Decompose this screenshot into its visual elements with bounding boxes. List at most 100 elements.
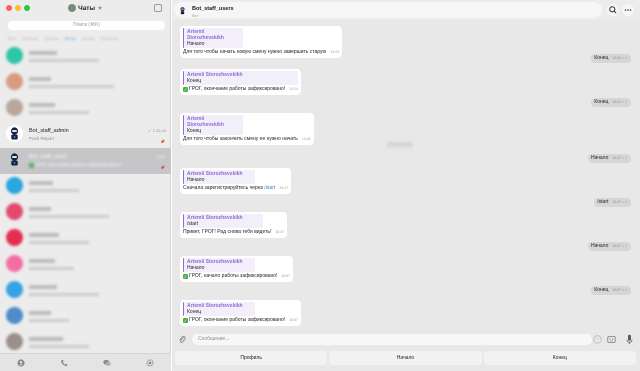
folder-tab[interactable]: Проекты [100, 36, 118, 41]
outgoing-message[interactable]: Конец 16:57 ✓✓ [591, 286, 631, 295]
message-time: 16:47 [279, 186, 289, 190]
avatar [6, 281, 23, 298]
chat-last-message: Push Report [29, 136, 55, 141]
outgoing-message[interactable]: Начало 16:57 ✓✓ [587, 242, 631, 251]
check-icon: ✓ [29, 162, 34, 168]
reply-quote[interactable]: Artemii Storozhevskikh Конец [183, 302, 255, 316]
chat-list-item[interactable] [0, 226, 171, 252]
folder-tab[interactable]: Боты [65, 36, 76, 41]
message-time: 13:24 [301, 137, 311, 141]
chat-list-item[interactable] [0, 44, 171, 70]
chat-list-item[interactable] [0, 96, 171, 122]
start-command-link[interactable]: /start [264, 185, 275, 191]
chat-header: Bot_staff_users бот [172, 0, 640, 20]
reply-quote[interactable]: Artemii Storozhevskikh Начало [183, 170, 255, 184]
chat-name: Bot_staff_admin [29, 128, 69, 134]
chat-list-item[interactable] [0, 70, 171, 96]
chat-time: ✓ 7.12.23 [148, 128, 166, 133]
message-time: 16:47 [275, 230, 285, 234]
chat-list-item[interactable]: Bot_staff_admin Push Report ✓ 7.12.23 📌 [0, 122, 171, 148]
chat-list-item[interactable] [0, 252, 171, 278]
incoming-message[interactable]: Artemii Storozhevskikh Конец ✓ ГРОГ, оконч… [180, 69, 301, 95]
chat-list-item[interactable] [0, 304, 171, 330]
outgoing-message[interactable]: Конец 13:24 ✓✓ [591, 98, 631, 107]
chat-panel: Bot_staff_users бот Artemii Storozhevski… [172, 0, 640, 371]
chat-list-item[interactable] [0, 174, 171, 200]
chat-last-message: ✓ ГРОГ, окончание работы зафиксировано! [29, 162, 122, 168]
search-input[interactable]: Поиск (⌘K) [8, 21, 165, 30]
message-input[interactable]: Сообщение... [192, 334, 592, 345]
calls-icon[interactable] [60, 359, 68, 367]
message-text: Для того чтобы закончить смену ее нужно … [183, 136, 298, 142]
date-separator: ▒▒▒▒▒▒▒▒ [387, 142, 413, 147]
keyboard-button-profile[interactable]: Профиль [175, 351, 328, 365]
chats-icon[interactable] [103, 359, 111, 367]
message-text: Начало [590, 155, 609, 161]
chat-header-bar[interactable]: Bot_staff_users бот [174, 2, 602, 18]
quote-author: Artemii Storozhevskikh [187, 116, 224, 128]
quote-text: Конец [187, 309, 202, 315]
bottom-nav [0, 353, 171, 371]
more-icon [624, 9, 632, 11]
message-time: 16:57 ✓✓ [612, 244, 628, 248]
chat-name: Bot_staff_users [29, 154, 68, 160]
chat-list: Bot_staff_admin Push Report ✓ 7.12.23 📌 … [0, 44, 171, 356]
outgoing-message[interactable]: /start 16:47 ✓✓ [594, 198, 631, 207]
star-icon[interactable]: ★ [97, 5, 103, 12]
more-button[interactable] [622, 4, 634, 16]
check-icon: ✓ [183, 86, 188, 92]
contacts-icon[interactable] [17, 358, 25, 367]
microphone-icon[interactable] [626, 334, 633, 345]
reply-quote[interactable]: Artemii Storozhevskikh Начало [183, 28, 243, 48]
robot-icon [10, 127, 19, 140]
bot-keyboard-icon[interactable] [607, 335, 616, 344]
incoming-message[interactable]: Artemii Storozhevskikh Конец ✓ ГРОГ, оконч… [180, 300, 301, 326]
quote-text: Начало [187, 41, 205, 47]
chat-list-item[interactable] [0, 278, 171, 304]
attach-icon[interactable] [178, 335, 186, 344]
message-time: 16:47 ✓✓ [612, 200, 628, 204]
incoming-message[interactable]: Artemii Storozhevskikh Начало ✓ ГРОГ, нача… [180, 256, 294, 282]
bot-avatar [6, 125, 23, 142]
reply-quote[interactable]: Artemii Storozhevskikh Конец [183, 115, 243, 135]
avatar [6, 255, 23, 272]
incoming-message[interactable]: Artemii Storozhevskikh/start Привет, ГРО… [180, 212, 288, 238]
reply-quote[interactable]: Artemii Storozhevskikh/start [183, 214, 263, 228]
quote-text: /start [187, 221, 199, 227]
message-time: 13:24 ✓✓ [612, 100, 628, 104]
message-time: 16:57 ✓✓ [612, 288, 628, 292]
folder-tab[interactable]: Архив [81, 36, 94, 41]
message-text: /start [597, 199, 609, 205]
incoming-message[interactable]: Artemii Storozhevskikh Конец Для того что… [180, 113, 314, 145]
outgoing-message[interactable]: Начало 16:47 ✓✓ [587, 154, 631, 163]
chat-time: 13:57 [155, 154, 166, 159]
keyboard-button-end[interactable]: Конец [483, 351, 636, 365]
incoming-message[interactable]: Artemii Storozhevskikh Начало Для того чт… [180, 26, 343, 58]
settings-icon[interactable] [146, 358, 154, 367]
compose-icon[interactable] [154, 4, 162, 12]
folder-tab[interactable]: Группы [44, 36, 59, 41]
avatar [6, 229, 23, 246]
outgoing-message[interactable]: Конец 13:24 ✓✓ [591, 54, 631, 63]
pin-icon: 📌 [160, 165, 165, 170]
pin-icon: 📌 [160, 139, 165, 144]
account-avatar[interactable] [68, 4, 77, 13]
folder-tab[interactable]: Все [8, 36, 16, 41]
search-button[interactable] [607, 4, 619, 16]
message-text: ГРОГ, окончание работы зафиксировано! [189, 86, 286, 92]
folder-tab[interactable]: Личные [22, 36, 38, 41]
chat-list-item-selected[interactable]: Bot_staff_users ✓ ГРОГ, окончание работы … [0, 148, 171, 174]
message-text: Привет, ГРОГ! Рад снова тебя видеть! [183, 229, 272, 235]
bot-avatar [6, 151, 23, 168]
search-icon [609, 6, 617, 14]
keyboard-button-start[interactable]: Начало [329, 351, 482, 365]
reply-quote[interactable]: Artemii Storozhevskikh Конец [183, 71, 298, 85]
sticker-icon[interactable] [593, 335, 602, 344]
chat-list-item[interactable] [0, 200, 171, 226]
chat-title: Bot_staff_users [192, 6, 234, 12]
reply-quote[interactable]: Artemii Storozhevskikh Начало [183, 258, 255, 272]
incoming-message[interactable]: Artemii Storozhevskikh Начало Сначала зар… [180, 168, 292, 194]
folder-tabs[interactable]: Все Личные Группы Боты Архив Проекты [8, 36, 118, 41]
sidebar-header: Чаты ★ [0, 4, 171, 13]
message-text: ГРОГ, начало работы зафиксировано! [189, 273, 278, 279]
